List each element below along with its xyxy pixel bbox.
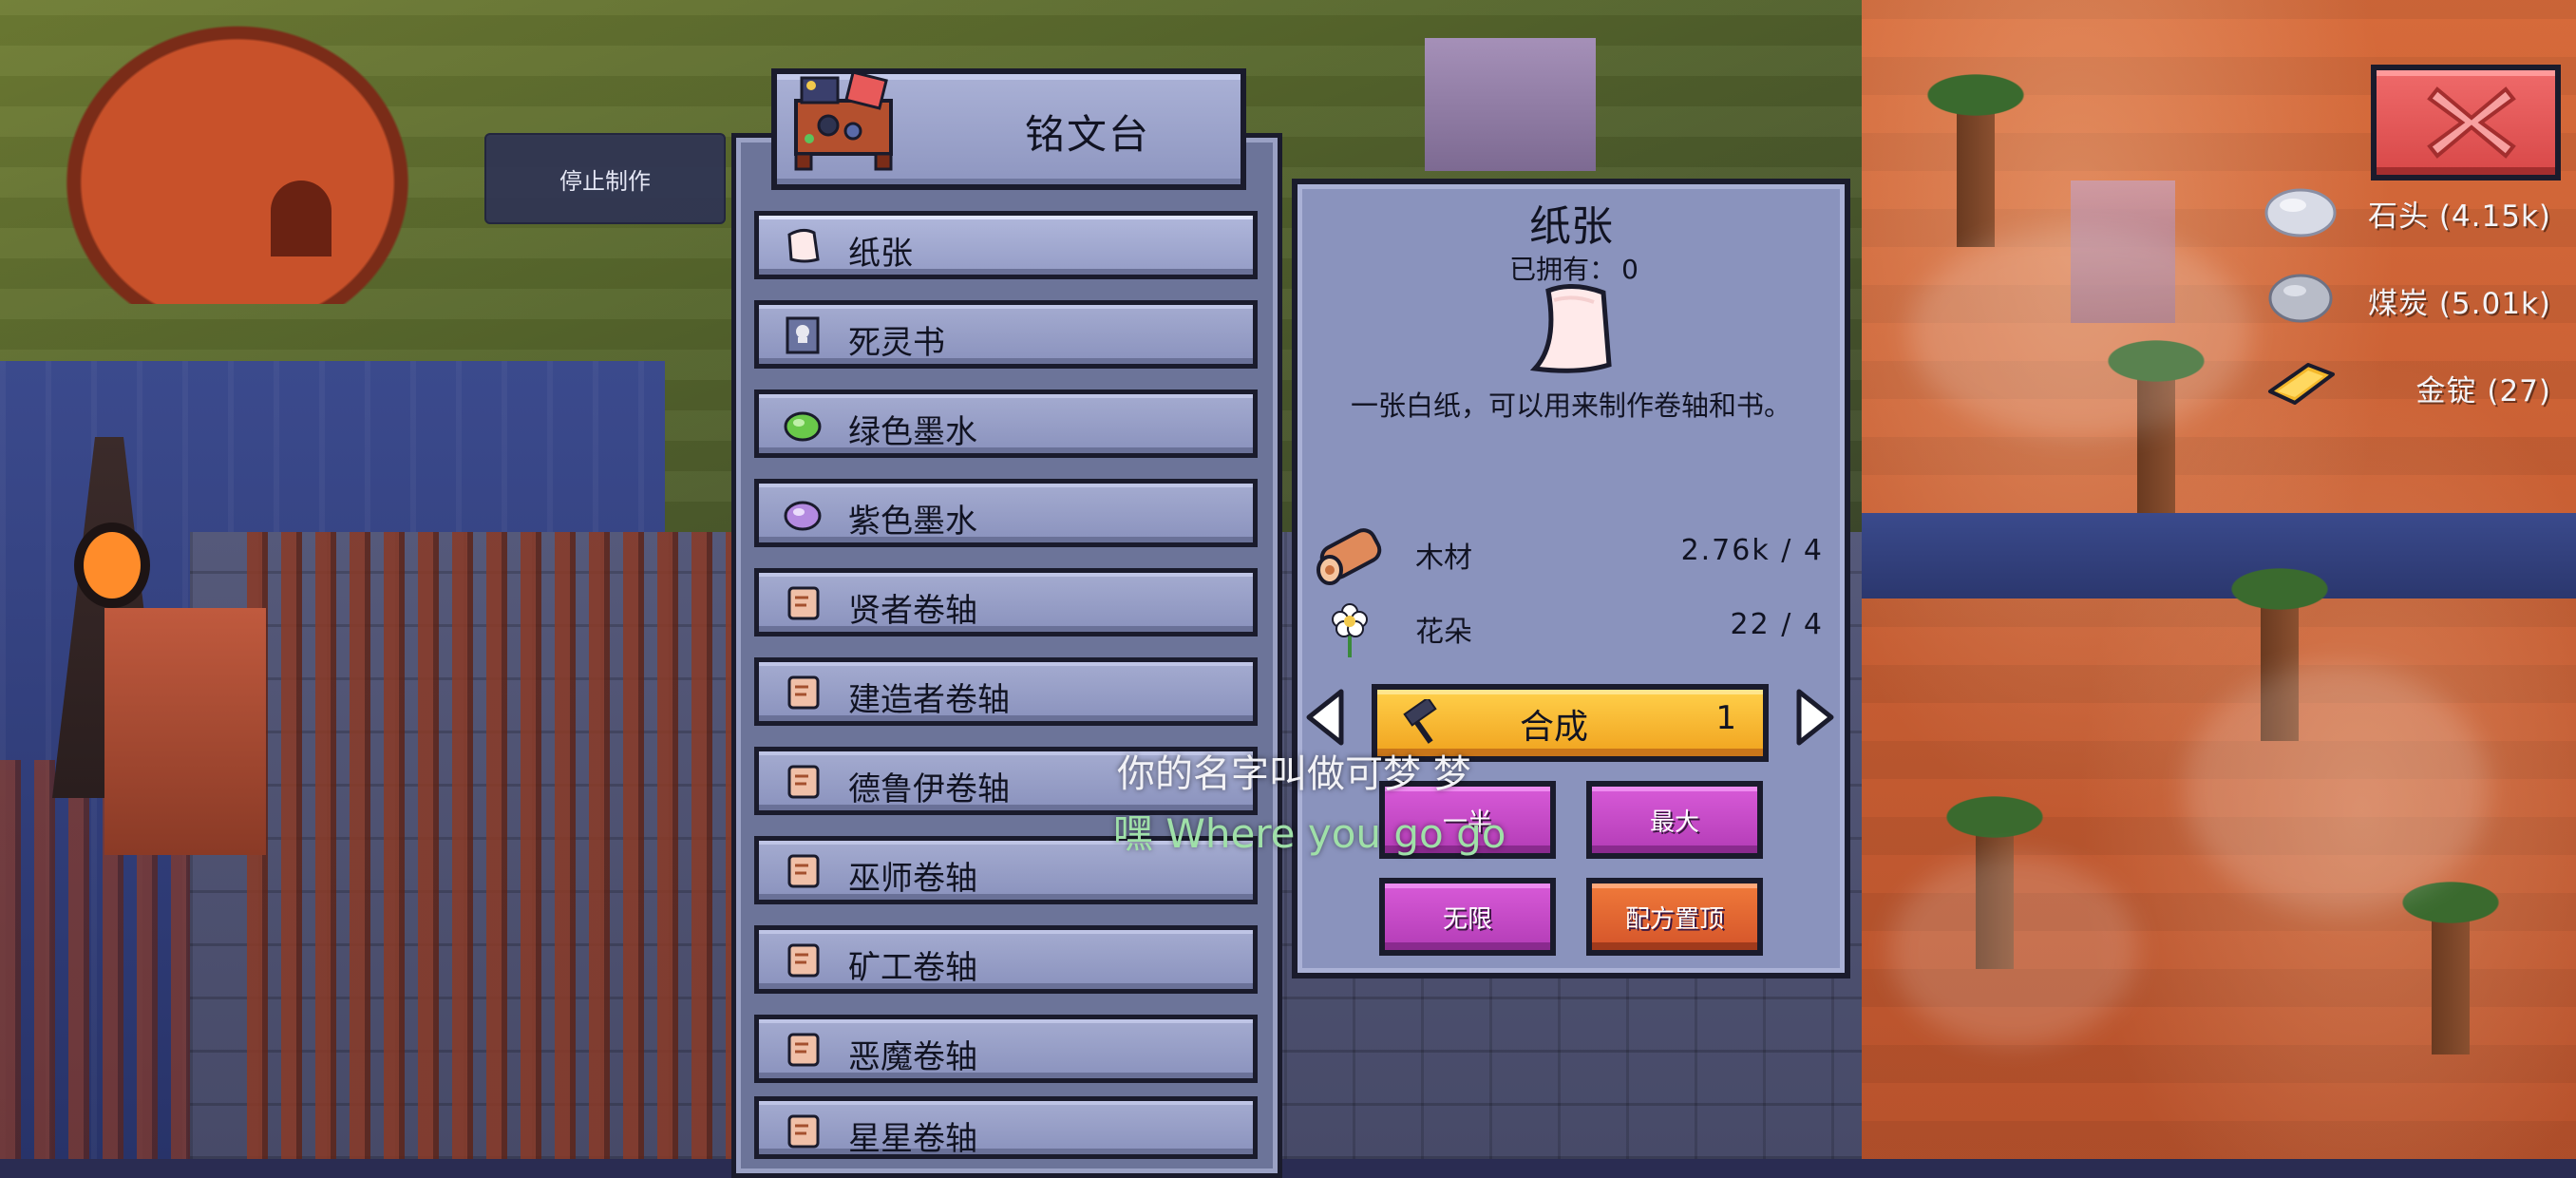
- scroll-icon: [787, 675, 820, 710]
- scroll-icon: [787, 854, 820, 888]
- tree-house-door: [271, 180, 331, 256]
- scroll-icon: [787, 1114, 820, 1149]
- green-ink-icon: [784, 411, 822, 442]
- recipe-item-miner-scroll[interactable]: 矿工卷轴: [754, 925, 1258, 994]
- recipe-label: 纸张: [848, 235, 913, 273]
- decrease-arrow-icon[interactable]: [1303, 688, 1347, 747]
- detail-title: 纸张: [1529, 202, 1613, 251]
- hammer-icon: [1403, 699, 1437, 744]
- scroll-icon: [787, 586, 820, 620]
- detail-description: 一张白纸，可以用来制作卷轴和书。: [1350, 390, 1791, 422]
- palm-tree: [2384, 874, 2517, 1054]
- resource-coal: 煤炭 (5.01k): [2261, 266, 2565, 329]
- fence-rows: [247, 532, 741, 1159]
- wood-log-icon: [1316, 528, 1382, 585]
- tree-house: [38, 0, 437, 304]
- recipe-item-star-scroll[interactable]: 星星卷轴: [754, 1096, 1258, 1159]
- recipe-item-demon-scroll[interactable]: 恶魔卷轴: [754, 1015, 1258, 1083]
- recipe-label: 绿色墨水: [848, 413, 977, 451]
- ingredient-name: 花朵: [1415, 616, 1472, 649]
- resource-coal-label: 煤炭 (5.01k): [2367, 287, 2551, 321]
- max-button[interactable]: 最大: [1586, 781, 1763, 859]
- infinite-button[interactable]: 无限: [1379, 878, 1556, 956]
- scroll-icon: [787, 1033, 820, 1067]
- coal-icon: [2268, 274, 2333, 323]
- stone-icon: [2264, 188, 2337, 238]
- resource-stone-label: 石头 (4.15k): [2367, 200, 2551, 234]
- recipe-label: 死灵书: [848, 324, 945, 362]
- stop-crafting-button[interactable]: 停止制作: [484, 133, 726, 224]
- cloud: [1909, 228, 2251, 437]
- ingredient-name: 木材: [1415, 542, 1472, 575]
- increase-arrow-icon[interactable]: [1793, 688, 1837, 747]
- resource-gold-ingot: 金锭 (27): [2261, 353, 2565, 416]
- recipe-label: 贤者卷轴: [848, 592, 977, 630]
- windmill-window: [84, 532, 141, 598]
- pin-recipe-button[interactable]: 配方置顶: [1586, 878, 1763, 956]
- recipe-label: 巫师卷轴: [848, 860, 977, 898]
- craft-count: 1: [1715, 699, 1736, 737]
- max-label: 最大: [1649, 808, 1699, 837]
- ingredient-row-flower: 花朵 22 / 4: [1311, 595, 1831, 661]
- scroll-icon: [787, 765, 820, 799]
- scroll-icon: [787, 943, 820, 978]
- ingredient-quantity: 22 / 4: [1730, 608, 1824, 641]
- recipe-label: 德鲁伊卷轴: [848, 770, 1010, 808]
- palm-tree: [1909, 66, 2042, 247]
- pin-recipe-label: 配方置顶: [1624, 904, 1724, 934]
- flower-icon: [1332, 603, 1368, 657]
- paper-icon: [787, 228, 820, 263]
- subtitle-line-2: 嘿 Where you go go: [1113, 810, 1506, 857]
- ingredient-quantity: 2.76k / 4: [1680, 534, 1824, 567]
- recipe-label: 建造者卷轴: [848, 681, 1010, 719]
- brick-building: [104, 608, 266, 855]
- infinite-label: 无限: [1442, 904, 1492, 934]
- recipe-item-paper[interactable]: 纸张: [754, 211, 1258, 279]
- ingredient-row-wood: 木材 2.76k / 4: [1311, 521, 1831, 587]
- recipe-label: 紫色墨水: [848, 503, 977, 541]
- recipe-item-purple-ink[interactable]: 紫色墨水: [754, 479, 1258, 547]
- game-world: [0, 0, 2576, 1159]
- recipe-item-green-ink[interactable]: 绿色墨水: [754, 390, 1258, 458]
- paper-icon: [1529, 284, 1612, 373]
- subtitle-line-1: 你的名字叫做可梦 梦: [1117, 752, 1471, 796]
- cloud: [1890, 855, 2137, 1045]
- craft-label: 合成: [1520, 708, 1589, 747]
- necro-book-icon: [786, 316, 820, 354]
- recipe-label: 恶魔卷轴: [848, 1038, 977, 1076]
- close-x-icon: [2427, 86, 2516, 159]
- resource-stone: 石头 (4.15k): [2261, 179, 2565, 241]
- recipe-label: 星星卷轴: [848, 1120, 977, 1158]
- recipe-label: 矿工卷轴: [848, 949, 977, 987]
- resource-gold-ingot-label: 金锭 (27): [2415, 374, 2551, 408]
- close-button[interactable]: [2371, 65, 2561, 180]
- cloud: [2185, 665, 2489, 912]
- recipe-item-sage-scroll[interactable]: 贤者卷轴: [754, 568, 1258, 636]
- recipe-item-builder-scroll[interactable]: 建造者卷轴: [754, 657, 1258, 726]
- inscription-table-icon: [794, 72, 893, 171]
- gold-ingot-icon: [2268, 363, 2335, 405]
- recipe-item-necro-book[interactable]: 死灵书: [754, 300, 1258, 369]
- station-title: 铭文台: [1024, 111, 1150, 158]
- owned-value: 0: [1621, 254, 1638, 285]
- purple-ink-icon: [784, 501, 822, 531]
- stone-altar: [1425, 38, 1596, 171]
